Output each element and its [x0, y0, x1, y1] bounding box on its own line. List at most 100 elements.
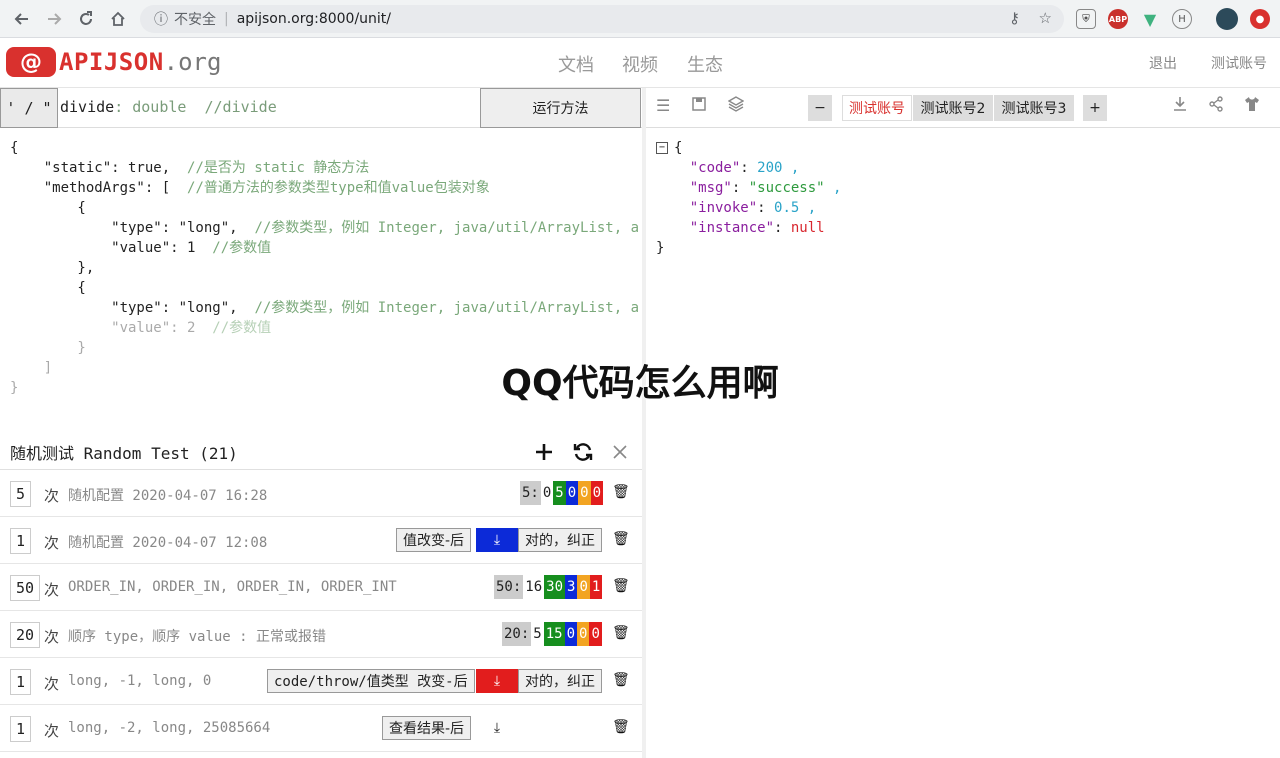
- download-icon[interactable]: [1172, 96, 1188, 116]
- repeat-count[interactable]: 5: [10, 481, 32, 507]
- random-test-header: 随机测试 Random Test (21): [0, 430, 642, 470]
- trash-icon[interactable]: 🗑: [612, 625, 630, 641]
- test-account-link[interactable]: 测试账号: [1211, 53, 1267, 73]
- menu-ext-icon[interactable]: ●: [1250, 9, 1270, 29]
- trash-icon[interactable]: 🗑: [612, 484, 630, 500]
- avatar[interactable]: [1216, 8, 1238, 30]
- forward-icon[interactable]: [38, 0, 70, 38]
- times-label: 次: [44, 534, 60, 552]
- method-name: divide: [60, 98, 115, 116]
- home-icon[interactable]: [102, 0, 134, 38]
- nav-videos[interactable]: 视频: [622, 51, 658, 77]
- repeat-count[interactable]: 20: [10, 622, 41, 648]
- code-line: {: [10, 140, 19, 156]
- key-icon[interactable]: ⚷: [1009, 9, 1020, 27]
- json-line: "code": 200 ,: [689, 160, 800, 176]
- repeat-count[interactable]: 1: [10, 716, 32, 742]
- method-bar: ' / " divide: double //divide 运行方法: [0, 88, 642, 128]
- browser-toolbar: ⓘ 不安全 | apijson.org:8000/unit/ ⚷ ☆ ⛨ ABP…: [0, 0, 1280, 38]
- close-icon[interactable]: [612, 436, 628, 466]
- code-line: "methodArgs": [ //普通方法的参数类型type和值value包装…: [10, 180, 490, 196]
- code-line: {: [10, 200, 86, 216]
- test-stats[interactable]: 50: 16 30 3 0 1: [494, 575, 603, 599]
- code-line: {: [10, 280, 86, 296]
- shield-ext-icon[interactable]: ⛨: [1076, 9, 1096, 29]
- add-icon[interactable]: [534, 436, 554, 468]
- random-test-row[interactable]: 20 次 顺序 type，顺序 value : 正常或报错 20: 5 15 0 0 0 …: [0, 611, 642, 658]
- random-test-row[interactable]: 5 次 随机配置 2020-04-07 16:28 5: 0 5 0 0 0 🗑: [0, 470, 642, 517]
- compare-after-button[interactable]: code/throw/值类型 改变-后: [267, 669, 475, 693]
- confirm-correct-button[interactable]: 对的，纠正: [518, 528, 602, 552]
- save-icon[interactable]: [692, 96, 706, 115]
- left-panel: ' / " divide: double //divide 运行方法 { "st…: [0, 88, 642, 758]
- trash-icon[interactable]: 🗑: [612, 672, 630, 688]
- test-stats[interactable]: 5: 0 5 0 0 0: [520, 481, 604, 505]
- download-icon[interactable]: ⤓: [476, 716, 518, 740]
- test-stats[interactable]: 20: 5 15 0 0 0: [502, 622, 602, 646]
- trash-icon[interactable]: 🗑: [612, 578, 630, 594]
- collapse-icon[interactable]: −: [656, 142, 668, 154]
- shirt-icon[interactable]: [1244, 96, 1260, 116]
- random-test-row[interactable]: 1 次 随机配置 2020-04-07 12:08 值改变-后 ⤓ 对的，纠正 …: [0, 517, 642, 564]
- info-icon[interactable]: ⓘ: [150, 9, 172, 29]
- run-method-button[interactable]: 运行方法: [480, 88, 641, 128]
- trash-icon[interactable]: 🗑: [612, 531, 630, 547]
- code-line: "value": 2 //参数值: [10, 320, 272, 336]
- random-test-row[interactable]: 1 次 long, -2, long, 25085664 查看结果-后 ⤓ 🗑: [0, 705, 642, 752]
- random-test-row[interactable]: 1 次 long, -1, long, 0 code/throw/值类型 改变-…: [0, 658, 642, 705]
- account-tab-3[interactable]: 测试账号3: [994, 95, 1074, 121]
- times-label: 次: [44, 675, 60, 693]
- account-tab-2[interactable]: 测试账号2: [913, 95, 993, 121]
- layers-icon[interactable]: [727, 96, 745, 116]
- repeat-count[interactable]: 1: [10, 528, 32, 554]
- logo[interactable]: @ APIJSON .org: [6, 47, 221, 77]
- test-description: long, -2, long, 25085664: [68, 720, 271, 736]
- code-line: "static": true, //是否为 static 静态方法: [10, 160, 370, 176]
- nav-docs[interactable]: 文档: [558, 51, 594, 77]
- times-label: 次: [44, 628, 60, 646]
- repeat-count[interactable]: 1: [10, 669, 32, 695]
- logo-tld: .org: [163, 48, 222, 76]
- quote-toggle-button[interactable]: ' / ": [0, 88, 58, 128]
- add-account-button[interactable]: +: [1083, 95, 1107, 121]
- account-tab-1[interactable]: 测试账号: [842, 95, 912, 121]
- confirm-correct-button[interactable]: 对的，纠正: [518, 669, 602, 693]
- times-label: 次: [44, 487, 60, 505]
- method-signature[interactable]: divide: double //divide: [60, 98, 277, 116]
- app-header: @ APIJSON .org 文档 视频 生态 退出 测试账号: [0, 38, 1280, 88]
- random-test-row[interactable]: 50 次 ORDER_IN, ORDER_IN, ORDER_IN, ORDER…: [0, 564, 642, 611]
- logout-link[interactable]: 退出: [1149, 53, 1177, 73]
- reload-icon[interactable]: [70, 0, 102, 38]
- times-label: 次: [44, 722, 60, 740]
- times-label: 次: [44, 581, 60, 599]
- remove-account-button[interactable]: −: [808, 95, 832, 121]
- view-result-button[interactable]: 查看结果-后: [382, 716, 472, 740]
- test-description: long, -1, long, 0: [68, 673, 212, 689]
- logo-at-icon: @: [6, 47, 56, 77]
- nav-ecosystem[interactable]: 生态: [687, 51, 723, 77]
- list-icon[interactable]: ☰: [656, 96, 670, 115]
- trash-icon[interactable]: 🗑: [612, 719, 630, 735]
- vue-ext-icon[interactable]: ▼: [1140, 9, 1160, 29]
- address-separator: |: [224, 11, 229, 27]
- test-description: 顺序 type，顺序 value : 正常或报错: [68, 629, 327, 645]
- back-icon[interactable]: [6, 0, 38, 38]
- json-line: −{: [656, 138, 841, 158]
- code-line: "type": "long", //参数类型，例如 Integer, java/…: [10, 300, 640, 316]
- code-line: "type": "long", //参数类型，例如 Integer, java/…: [10, 220, 640, 236]
- code-line: "value": 1 //参数值: [10, 240, 272, 256]
- url-text: apijson.org:8000/unit/: [236, 11, 392, 27]
- address-bar[interactable]: ⓘ 不安全 | apijson.org:8000/unit/ ⚷ ☆: [140, 5, 1064, 33]
- share-icon[interactable]: [1208, 96, 1224, 116]
- h-ext-icon[interactable]: H: [1172, 9, 1192, 29]
- star-icon[interactable]: ☆: [1039, 9, 1052, 27]
- download-icon[interactable]: ⤓: [476, 669, 518, 693]
- download-icon[interactable]: ⤓: [476, 528, 518, 552]
- refresh-icon[interactable]: [572, 436, 594, 469]
- result-toolbar: ☰ − 测试账号 测试账号2 测试账号3 +: [646, 88, 1280, 128]
- repeat-count[interactable]: 50: [10, 575, 41, 601]
- adblock-ext-icon[interactable]: ABP: [1108, 9, 1128, 29]
- response-viewer[interactable]: −{ "code": 200 , "msg": "success" , "inv…: [656, 138, 841, 258]
- json-line: "instance": null: [689, 220, 825, 236]
- compare-after-button[interactable]: 值改变-后: [396, 528, 472, 552]
